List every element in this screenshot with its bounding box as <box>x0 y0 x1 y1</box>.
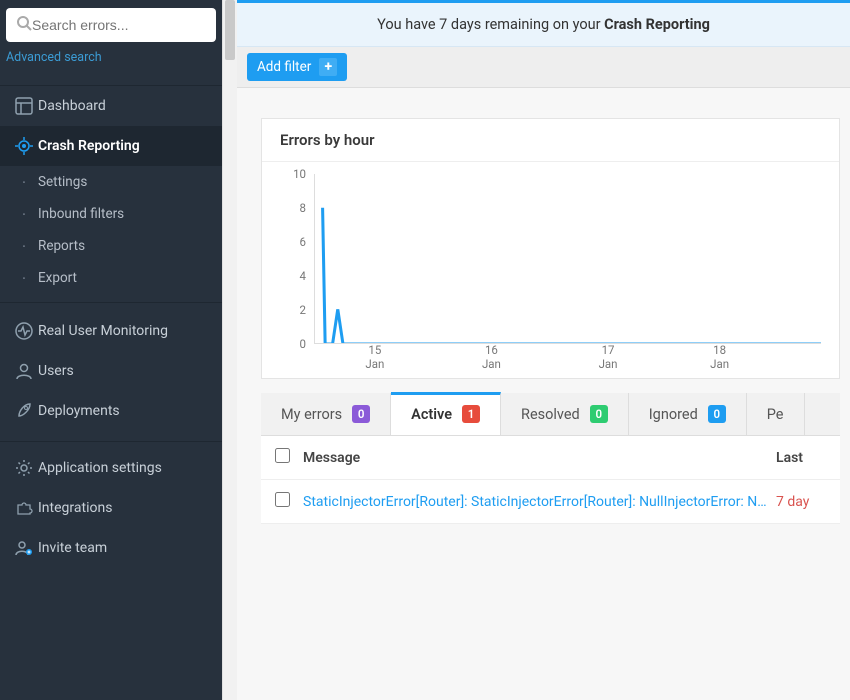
sidebar-item-label: Application settings <box>38 460 162 476</box>
sidebar-item-users[interactable]: Users <box>0 351 222 391</box>
tab-label: Resolved <box>521 406 580 423</box>
sidebar-item-label: Integrations <box>38 500 112 516</box>
sidebar-item-label: Dashboard <box>38 98 106 114</box>
dashboard-icon <box>10 97 38 115</box>
search-input[interactable] <box>32 17 213 33</box>
sidebar-item-crash-reporting[interactable]: Crash Reporting <box>0 126 222 166</box>
tab-badge: 0 <box>352 405 370 423</box>
user-icon <box>10 362 38 380</box>
sidebar: Advanced search Dashboard Crash Reportin… <box>0 0 222 700</box>
errors-table: Message Last StaticInjectorError[Router]… <box>261 436 840 524</box>
bug-icon <box>10 137 38 155</box>
sidebar-sub-label: Inbound filters <box>38 206 124 222</box>
sidebar-sub-label: Reports <box>38 238 85 254</box>
tab-label: Ignored <box>649 406 698 423</box>
search-input-wrap[interactable] <box>6 8 216 42</box>
error-message-link[interactable]: StaticInjectorError[Router]: StaticInjec… <box>303 494 767 510</box>
error-last: 7 day <box>776 494 826 510</box>
main-content: You have 7 days remaining on your Crash … <box>237 0 850 700</box>
sidebar-scrollbar[interactable] <box>222 0 237 700</box>
tab-resolved[interactable]: Resolved 0 <box>501 393 629 435</box>
tab-my-errors[interactable]: My errors 0 <box>261 393 391 435</box>
x-tick: 15Jan <box>365 344 384 372</box>
tab-badge: 0 <box>590 405 608 423</box>
sidebar-sub-label: Settings <box>38 174 87 190</box>
sidebar-item-label: Invite team <box>38 540 107 556</box>
chart-panel: Errors by hour 0 2 4 6 8 10 15Jan 16Jan 17Jan 18… <box>261 118 840 379</box>
sidebar-sub-inbound-filters[interactable]: Inbound filters <box>0 198 222 230</box>
tab-badge: 0 <box>708 405 726 423</box>
error-tabs: My errors 0 Active 1 Resolved 0 Ignored 0 Pe <box>261 393 840 436</box>
sidebar-item-label: Crash Reporting <box>38 138 140 154</box>
tab-label: Pe <box>767 406 784 423</box>
sidebar-sub-label: Export <box>38 270 77 286</box>
sidebar-item-rum[interactable]: Real User Monitoring <box>0 311 222 351</box>
table-header: Message Last <box>261 436 840 480</box>
sidebar-sub-settings[interactable]: Settings <box>0 166 222 198</box>
table-row: StaticInjectorError[Router]: StaticInjec… <box>261 480 840 524</box>
row-checkbox[interactable] <box>275 492 290 507</box>
tab-label: Active <box>411 406 452 423</box>
trial-banner: You have 7 days remaining on your Crash … <box>237 3 850 47</box>
y-tick: 0 <box>300 337 306 351</box>
tab-label: My errors <box>281 406 342 423</box>
search-icon <box>16 15 32 35</box>
gear-icon <box>10 459 38 477</box>
sidebar-item-label: Real User Monitoring <box>38 323 168 339</box>
sidebar-item-app-settings[interactable]: Application settings <box>0 448 222 488</box>
sidebar-item-deployments[interactable]: Deployments <box>0 391 222 431</box>
sidebar-item-integrations[interactable]: Integrations <box>0 488 222 528</box>
banner-prefix: You have 7 days remaining on your <box>377 16 604 33</box>
add-filter-button[interactable]: Add filter + <box>247 53 347 81</box>
sidebar-item-invite-team[interactable]: Invite team <box>0 528 222 568</box>
y-tick: 10 <box>293 167 306 181</box>
sidebar-sub-reports[interactable]: Reports <box>0 230 222 262</box>
x-tick: 17Jan <box>599 344 618 372</box>
sidebar-sub-export[interactable]: Export <box>0 262 222 294</box>
plus-icon: + <box>319 58 337 76</box>
filter-bar: Add filter + <box>237 47 850 88</box>
banner-bold: Crash Reporting <box>604 16 710 33</box>
sidebar-item-dashboard[interactable]: Dashboard <box>0 86 222 126</box>
advanced-search-link[interactable]: Advanced search <box>0 46 222 75</box>
x-tick: 18Jan <box>710 344 729 372</box>
sidebar-item-label: Deployments <box>38 403 120 419</box>
y-tick: 4 <box>300 269 306 283</box>
puzzle-icon <box>10 499 38 517</box>
col-header-message[interactable]: Message <box>303 450 776 466</box>
tab-badge: 1 <box>462 405 480 423</box>
tab-ignored[interactable]: Ignored 0 <box>629 393 747 435</box>
sidebar-item-label: Users <box>38 363 74 379</box>
y-tick: 2 <box>300 303 306 317</box>
add-filter-label: Add filter <box>257 59 311 75</box>
tab-pe[interactable]: Pe <box>747 393 805 435</box>
errors-chart: 0246810 15Jan16Jan17Jan18Jan <box>280 174 821 374</box>
x-tick: 16Jan <box>482 344 501 372</box>
y-tick: 8 <box>300 201 306 215</box>
chart-title: Errors by hour <box>262 119 839 162</box>
select-all-checkbox[interactable] <box>275 448 290 463</box>
rocket-icon <box>10 402 38 420</box>
y-tick: 6 <box>300 235 306 249</box>
user-plus-icon <box>10 539 38 557</box>
tab-active[interactable]: Active 1 <box>391 392 501 435</box>
pulse-icon <box>10 322 38 340</box>
col-header-last[interactable]: Last <box>776 450 826 466</box>
